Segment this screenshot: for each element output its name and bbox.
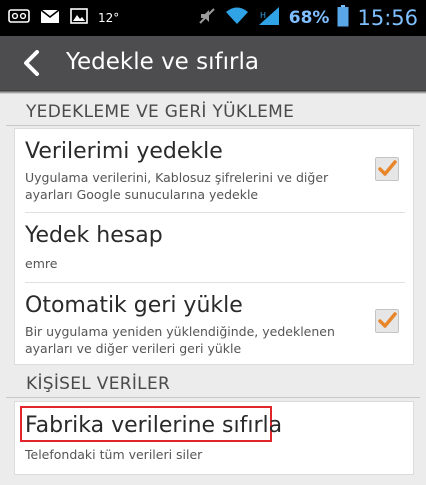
pref-summary: Uygulama verilerini, Kablosuz şifrelerin… xyxy=(25,170,329,202)
pref-title: Yedek hesap xyxy=(25,223,163,248)
section-divider xyxy=(6,125,420,126)
mute-icon xyxy=(197,6,217,30)
image-icon xyxy=(70,8,88,28)
pref-summary: Telefondaki tüm verileri siler xyxy=(25,447,203,462)
svg-text:H: H xyxy=(260,11,266,20)
pref-summary: Bir uygulama yeniden yüklendiğinde, yede… xyxy=(25,324,335,356)
check-icon xyxy=(378,312,397,328)
section-header-backup: YEDEKLEME VE GERİ YÜKLEME xyxy=(26,102,295,122)
chevron-left-icon xyxy=(24,50,39,76)
pref-backup-account[interactable]: Yedek hesap emre xyxy=(15,213,413,281)
signal-icon: H xyxy=(257,6,281,30)
clock-time: 15:56 xyxy=(357,6,418,30)
back-button[interactable] xyxy=(14,46,48,80)
backup-checkbox[interactable] xyxy=(375,157,399,181)
battery-percent: 68% xyxy=(288,8,330,28)
pref-summary: emre xyxy=(25,256,58,271)
settings-list[interactable]: YEDEKLEME VE GERİ YÜKLEME Verilerimi yed… xyxy=(0,94,426,485)
section-divider xyxy=(6,397,420,398)
battery-icon xyxy=(337,5,349,31)
status-bar: 12° H 68% 15:56 xyxy=(0,0,426,36)
auto-restore-checkbox[interactable] xyxy=(375,309,399,333)
pref-auto-restore[interactable]: Otomatik geri yükle Bir uygulama yeniden… xyxy=(15,283,413,365)
pref-factory-reset[interactable]: Fabrika verilerine sıfırla Telefondaki t… xyxy=(15,402,413,474)
temperature-text: 12° xyxy=(98,11,120,25)
pref-backup-my-data[interactable]: Verilerimi yedekle Uygulama verilerini, … xyxy=(15,129,413,211)
pref-title: Otomatik geri yükle xyxy=(25,293,243,318)
pref-title: Fabrika verilerine sıfırla xyxy=(25,413,283,438)
pref-title: Verilerimi yedekle xyxy=(25,139,223,164)
wifi-icon xyxy=(225,6,249,30)
action-bar: Yedekle ve sıfırla xyxy=(0,36,426,90)
section-header-personal-data: KİŞİSEL VERİLER xyxy=(26,374,171,394)
backup-card: Verilerimi yedekle Uygulama verilerini, … xyxy=(14,128,414,365)
page-title: Yedekle ve sıfırla xyxy=(66,49,259,75)
sim-card-icon xyxy=(8,8,30,28)
mail-icon xyxy=(40,8,60,28)
check-icon xyxy=(378,160,397,176)
personal-data-card: Fabrika verilerine sıfırla Telefondaki t… xyxy=(14,401,414,475)
